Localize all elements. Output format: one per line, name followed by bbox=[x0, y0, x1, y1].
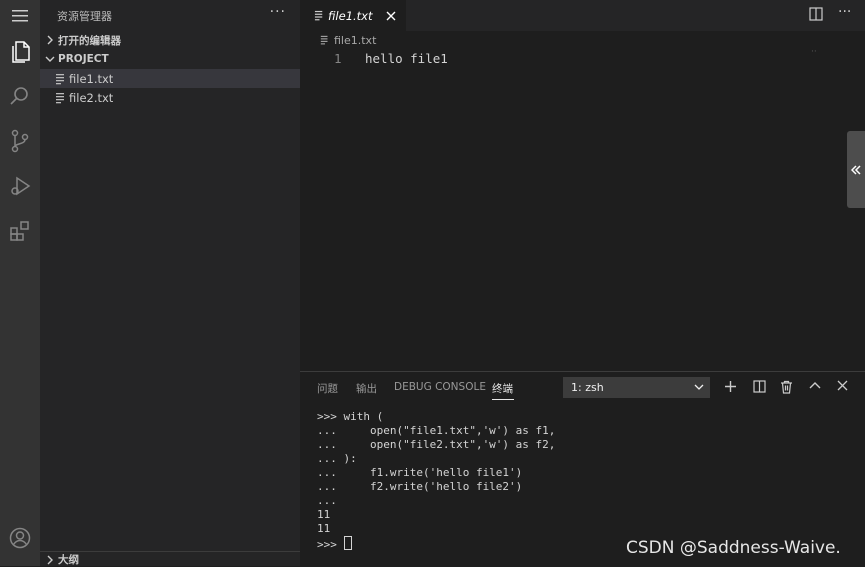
close-panel-icon[interactable] bbox=[837, 380, 848, 391]
tab-debug-console[interactable]: DEBUG CONSOLE bbox=[394, 381, 486, 393]
terminal-line: ... bbox=[317, 494, 337, 507]
terminal-output[interactable]: >>> with (... open("file1.txt",'w') as f… bbox=[317, 410, 555, 552]
watermark: CSDN @Saddness-Waive. bbox=[626, 538, 841, 558]
chevron-up-icon[interactable] bbox=[809, 380, 821, 392]
split-editor-icon[interactable] bbox=[809, 7, 823, 21]
open-editors-section[interactable]: 打开的编辑器 bbox=[40, 30, 300, 50]
text-file-icon bbox=[320, 35, 330, 45]
chevron-double-left-icon bbox=[851, 164, 861, 175]
terminal-prompt-line[interactable]: >>> bbox=[317, 536, 555, 552]
split-terminal-icon[interactable] bbox=[753, 380, 766, 393]
chevron-right-icon bbox=[42, 555, 58, 565]
file-item-file2[interactable]: file2.txt bbox=[40, 88, 300, 107]
terminal-line: ... ): bbox=[317, 452, 357, 465]
minimap-marker: ·· bbox=[811, 47, 817, 57]
text-file-icon bbox=[314, 10, 325, 21]
more-actions-icon[interactable]: ··· bbox=[838, 4, 851, 20]
explorer-sidebar: 资源管理器 ··· 打开的编辑器 PROJECT file1.txt file2… bbox=[40, 0, 300, 566]
text-file-icon bbox=[55, 73, 67, 85]
outline-label: 大纲 bbox=[58, 554, 79, 566]
more-actions-button[interactable]: ··· bbox=[270, 4, 286, 20]
chevron-down-icon bbox=[42, 49, 58, 69]
active-tab-indicator bbox=[492, 399, 514, 400]
explorer-title: 资源管理器 bbox=[57, 10, 112, 23]
code-line[interactable]: hello file1 bbox=[365, 51, 448, 66]
search-icon[interactable] bbox=[0, 76, 40, 116]
terminal-prompt: >>> bbox=[317, 538, 344, 551]
editor-line[interactable]: 1 hello file1 bbox=[300, 50, 800, 68]
chevron-right-icon bbox=[42, 30, 58, 50]
activity-bar bbox=[0, 0, 40, 566]
terminal-line: 11 bbox=[317, 522, 331, 535]
tab-problems[interactable]: 问题 bbox=[317, 381, 338, 396]
terminal-select[interactable]: 1: zsh bbox=[563, 377, 710, 398]
breadcrumb-file[interactable]: file1.txt bbox=[334, 34, 376, 47]
terminal-line: >>> with ( bbox=[317, 410, 384, 423]
project-section[interactable]: PROJECT bbox=[40, 49, 300, 69]
line-number: 1 bbox=[334, 51, 342, 66]
text-file-icon bbox=[55, 92, 67, 104]
trash-icon[interactable] bbox=[780, 380, 793, 394]
terminal-line: ... f1.write('hello file1') bbox=[317, 466, 523, 479]
run-debug-icon[interactable] bbox=[0, 166, 40, 206]
terminal-line: ... f2.write('hello file2') bbox=[317, 480, 523, 493]
outline-section[interactable]: 大纲 bbox=[40, 551, 300, 567]
editor-tab-bar: file1.txt ··· bbox=[300, 0, 865, 31]
terminal-line: ... open("file1.txt",'w') as f1, bbox=[317, 424, 556, 437]
add-terminal-icon[interactable] bbox=[724, 380, 737, 393]
open-editors-label: 打开的编辑器 bbox=[58, 34, 121, 47]
terminal-cursor bbox=[343, 536, 352, 550]
account-icon[interactable] bbox=[0, 518, 40, 558]
terminal-select-value: 1: zsh bbox=[571, 381, 604, 394]
secondary-sidebar-toggle[interactable] bbox=[847, 131, 865, 208]
menu-icon[interactable] bbox=[0, 0, 40, 32]
close-icon[interactable] bbox=[386, 11, 396, 21]
file-name: file2.txt bbox=[69, 90, 114, 105]
terminal-line: ... open("file2.txt",'w') as f2, bbox=[317, 438, 556, 451]
terminal-line: 11 bbox=[317, 508, 331, 521]
chevron-down-icon bbox=[694, 384, 704, 391]
project-label: PROJECT bbox=[58, 53, 109, 65]
file-item-file1[interactable]: file1.txt bbox=[40, 69, 300, 88]
tab-terminal[interactable]: 终端 bbox=[492, 381, 513, 396]
source-control-icon[interactable] bbox=[0, 121, 40, 161]
file-name: file1.txt bbox=[69, 71, 114, 86]
breadcrumb: file1.txt bbox=[320, 33, 376, 47]
extensions-icon[interactable] bbox=[0, 211, 40, 251]
tab-label: file1.txt bbox=[328, 8, 373, 23]
tab-file1[interactable]: file1.txt bbox=[300, 0, 406, 31]
tab-output[interactable]: 输出 bbox=[356, 381, 377, 396]
explorer-icon[interactable] bbox=[0, 32, 40, 72]
